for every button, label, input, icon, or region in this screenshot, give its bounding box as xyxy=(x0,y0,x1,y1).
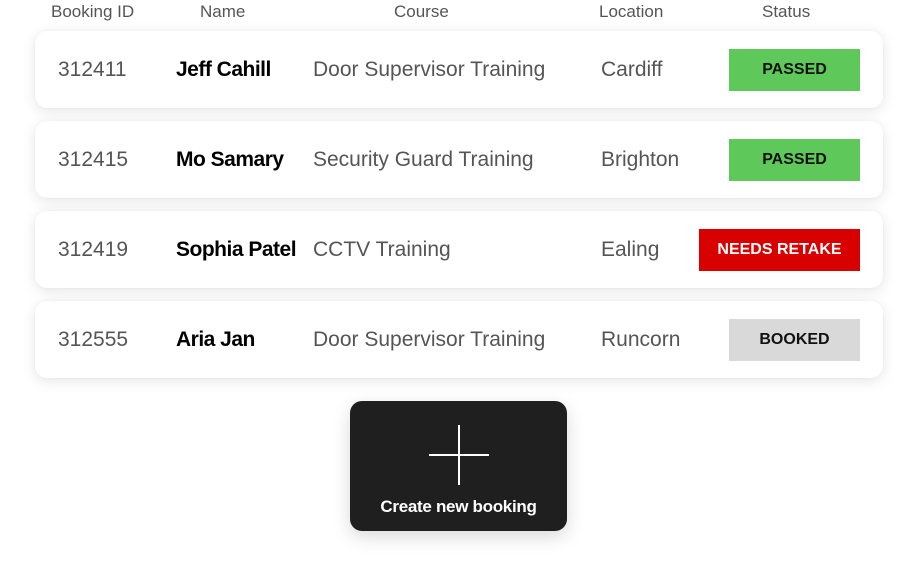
status-badge: BOOKED xyxy=(729,319,860,361)
status-badge: NEEDS RETAKE xyxy=(699,229,860,271)
booking-location: Ealing xyxy=(601,238,660,261)
booking-row[interactable]: 312555 Aria Jan Door Supervisor Training… xyxy=(35,301,883,378)
header-name[interactable]: Name xyxy=(200,2,245,22)
header-course[interactable]: Course xyxy=(394,2,449,22)
plus-icon xyxy=(429,425,489,485)
booking-row[interactable]: 312419 Sophia Patel CCTV Training Ealing… xyxy=(35,211,883,288)
status-badge: PASSED xyxy=(729,139,860,181)
booking-id: 312555 xyxy=(58,328,129,351)
booking-course: Door Supervisor Training xyxy=(313,58,546,81)
booking-row[interactable]: 312411 Jeff Cahill Door Supervisor Train… xyxy=(35,31,883,108)
booking-location: Runcorn xyxy=(601,328,681,351)
table-header: Booking ID Name Course Location Status xyxy=(0,0,918,24)
booking-location: Brighton xyxy=(601,148,680,171)
booking-name: Aria Jan xyxy=(176,328,255,351)
header-status[interactable]: Status xyxy=(762,2,810,22)
booking-location: Cardiff xyxy=(601,58,663,81)
booking-id: 312419 xyxy=(58,238,129,261)
booking-name: Sophia Patel xyxy=(176,238,297,261)
booking-course: Security Guard Training xyxy=(313,148,534,171)
booking-id: 312415 xyxy=(58,148,129,171)
booking-id: 312411 xyxy=(58,58,127,81)
booking-row[interactable]: 312415 Mo Samary Security Guard Training… xyxy=(35,121,883,198)
bookings-list: 312411 Jeff Cahill Door Supervisor Train… xyxy=(35,31,883,391)
header-booking-id[interactable]: Booking ID xyxy=(51,2,134,22)
bookings-page: Booking ID Name Course Location Status 3… xyxy=(0,0,918,570)
create-new-booking-button[interactable]: Create new booking xyxy=(350,401,567,531)
booking-course: Door Supervisor Training xyxy=(313,328,546,351)
booking-course: CCTV Training xyxy=(313,238,451,261)
booking-name: Mo Samary xyxy=(176,148,284,171)
create-new-booking-label: Create new booking xyxy=(380,497,537,516)
booking-name: Jeff Cahill xyxy=(176,58,271,81)
status-badge: PASSED xyxy=(729,49,860,91)
header-location[interactable]: Location xyxy=(599,2,663,22)
